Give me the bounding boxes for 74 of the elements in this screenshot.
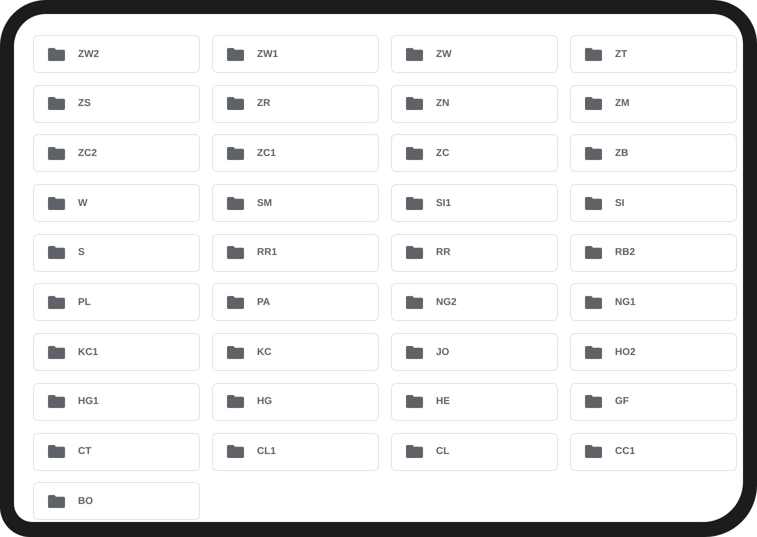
folder-icon <box>227 346 244 359</box>
folder-tile[interactable]: NG1 <box>570 283 737 322</box>
folder-tile[interactable]: SI <box>570 184 737 222</box>
folder-icon <box>48 246 65 260</box>
folder-tile[interactable]: PL <box>33 283 200 322</box>
folder-tile[interactable]: GF <box>570 382 737 421</box>
folder-tile[interactable]: ZW2 <box>33 35 200 73</box>
folder-tile[interactable]: CC1 <box>570 432 737 470</box>
folder-icon <box>48 97 65 110</box>
folder-tile[interactable]: ZB <box>570 134 737 172</box>
folder-tile[interactable]: ZS <box>33 84 200 123</box>
folder-icon <box>48 395 65 408</box>
folder-icon <box>227 48 244 60</box>
folder-icon <box>406 296 423 309</box>
folder-icon <box>48 48 65 60</box>
folder-icon <box>585 146 602 160</box>
folder-tile[interactable]: BO <box>33 482 200 520</box>
folder-icon <box>48 296 65 309</box>
folder-icon <box>406 445 423 458</box>
folder-tile[interactable]: ZC2 <box>33 134 200 172</box>
folder-tile[interactable]: ZR <box>212 84 379 123</box>
folder-tile[interactable]: KC <box>212 333 379 372</box>
folder-tile[interactable]: ZW1 <box>212 35 379 73</box>
folder-icon <box>48 196 65 210</box>
folder-icon <box>406 196 423 210</box>
folder-tile[interactable]: CL <box>391 432 558 470</box>
folder-tile[interactable]: W <box>33 184 200 222</box>
folder-icon <box>227 296 244 309</box>
folder-tile[interactable]: CL1 <box>212 432 379 470</box>
folder-tile[interactable]: PA <box>212 283 379 322</box>
folder-tile[interactable]: S <box>33 234 200 272</box>
folder-icon <box>585 395 602 408</box>
folder-icon <box>585 48 602 60</box>
folder-icon <box>48 346 65 359</box>
folder-tile[interactable]: RR1 <box>212 234 379 272</box>
folder-tile[interactable]: ZT <box>570 35 737 73</box>
folder-tile[interactable]: HG1 <box>33 382 200 421</box>
folder-icon <box>227 196 244 210</box>
folder-tile[interactable]: ZW <box>391 35 558 73</box>
folder-tile[interactable]: HG <box>212 382 379 421</box>
folder-icon <box>585 246 602 260</box>
folder-icon <box>227 395 244 408</box>
folder-icon <box>406 395 423 408</box>
folder-tile[interactable]: RR <box>391 234 558 272</box>
folder-icon <box>406 346 423 359</box>
folder-tile[interactable]: SM <box>212 184 379 222</box>
folder-icon <box>406 246 423 260</box>
folder-icon <box>406 48 423 60</box>
folder-tile[interactable]: KC1 <box>33 333 200 372</box>
folder-tile[interactable]: NG2 <box>391 283 558 322</box>
folder-icon <box>227 97 244 110</box>
folder-tile[interactable]: ZN <box>391 84 558 123</box>
folder-tile[interactable]: JO <box>391 333 558 372</box>
folder-tile[interactable]: SI1 <box>391 184 558 222</box>
folder-icon <box>406 146 423 160</box>
folder-icon <box>585 296 602 309</box>
folder-tile[interactable]: ZC <box>391 134 558 172</box>
folder-icon <box>227 445 244 458</box>
folder-icon <box>585 97 602 110</box>
folder-tile[interactable]: CT <box>33 432 200 470</box>
folder-tile[interactable]: ZM <box>570 84 737 123</box>
folder-icon <box>585 346 602 359</box>
folder-icon <box>227 146 244 160</box>
folder-icon <box>48 494 65 508</box>
folder-icon <box>406 97 423 110</box>
folder-icon <box>48 146 65 160</box>
folder-tile[interactable]: RB2 <box>570 234 737 272</box>
folder-tile[interactable]: HO2 <box>570 333 737 372</box>
folder-tile[interactable]: ZC1 <box>212 134 379 172</box>
folder-icon <box>585 445 602 458</box>
folder-icon <box>585 196 602 210</box>
folder-tile[interactable]: HE <box>391 382 558 421</box>
folder-icon <box>48 445 65 458</box>
folder-icon <box>227 246 244 260</box>
